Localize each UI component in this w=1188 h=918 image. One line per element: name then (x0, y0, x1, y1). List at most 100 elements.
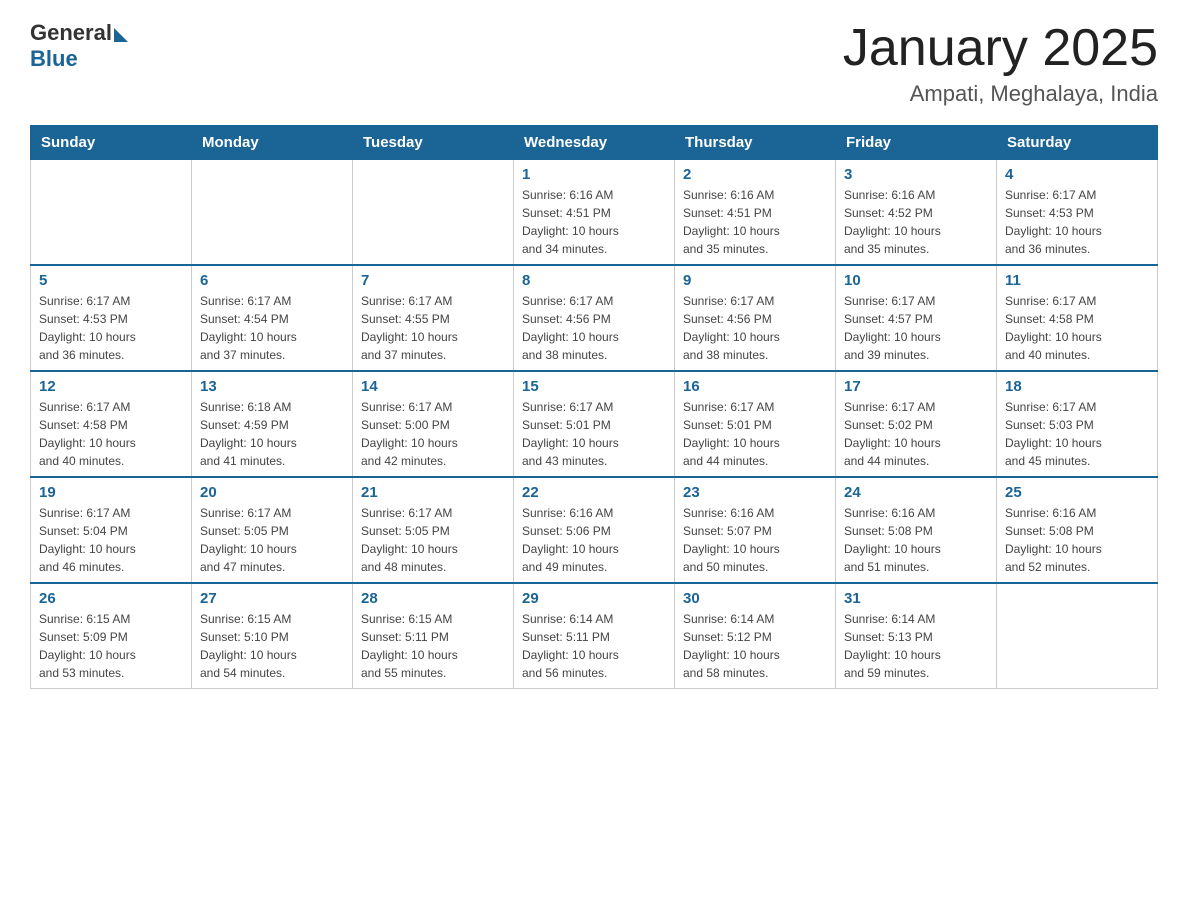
day-number: 25 (1005, 484, 1149, 501)
logo: General Blue (30, 20, 128, 72)
calendar-cell: 15 Sunrise: 6:17 AM Sunset: 5:01 PM Dayli… (514, 371, 675, 477)
week-row-2: 5 Sunrise: 6:17 AM Sunset: 4:53 PM Daylig… (31, 265, 1158, 371)
calendar-cell: 4 Sunrise: 6:17 AM Sunset: 4:53 PM Daylig… (997, 160, 1158, 266)
calendar-cell: 9 Sunrise: 6:17 AM Sunset: 4:56 PM Daylig… (675, 265, 836, 371)
calendar-cell: 19 Sunrise: 6:17 AM Sunset: 5:04 PM Dayli… (31, 477, 192, 583)
day-number: 26 (39, 590, 183, 607)
header-monday: Monday (192, 126, 353, 160)
day-info: Sunrise: 6:15 AM Sunset: 5:11 PM Dayligh… (361, 610, 505, 682)
calendar-body: 1Sunrise: 6:16 AM Sunset: 4:51 PM Daylig… (31, 160, 1158, 689)
day-number: 12 (39, 378, 183, 395)
day-number: 7 (361, 272, 505, 289)
calendar-table: SundayMondayTuesdayWednesdayThursdayFrid… (30, 125, 1158, 689)
header-saturday: Saturday (997, 126, 1158, 160)
day-info: Sunrise: 6:16 AM Sunset: 5:08 PM Dayligh… (844, 504, 988, 576)
day-info: Sunrise: 6:17 AM Sunset: 5:02 PM Dayligh… (844, 398, 988, 470)
day-info: Sunrise: 6:18 AM Sunset: 4:59 PM Dayligh… (200, 398, 344, 470)
calendar-cell: 5 Sunrise: 6:17 AM Sunset: 4:53 PM Daylig… (31, 265, 192, 371)
day-number: 16 (683, 378, 827, 395)
day-number: 10 (844, 272, 988, 289)
day-info: Sunrise: 6:17 AM Sunset: 4:56 PM Dayligh… (522, 292, 666, 364)
day-info: Sunrise: 6:17 AM Sunset: 5:01 PM Dayligh… (522, 398, 666, 470)
day-number: 6 (200, 272, 344, 289)
calendar-cell: 10 Sunrise: 6:17 AM Sunset: 4:57 PM Dayli… (836, 265, 997, 371)
day-number: 19 (39, 484, 183, 501)
logo-blue-text: Blue (30, 46, 78, 72)
page-title: January 2025 (843, 20, 1158, 77)
day-number: 18 (1005, 378, 1149, 395)
day-number: 27 (200, 590, 344, 607)
calendar-cell: 17 Sunrise: 6:17 AM Sunset: 5:02 PM Dayli… (836, 371, 997, 477)
day-info: Sunrise: 6:17 AM Sunset: 5:04 PM Dayligh… (39, 504, 183, 576)
calendar-cell: 26 Sunrise: 6:15 AM Sunset: 5:09 PM Dayli… (31, 583, 192, 689)
day-number: 17 (844, 378, 988, 395)
calendar-cell: 11 Sunrise: 6:17 AM Sunset: 4:58 PM Dayli… (997, 265, 1158, 371)
week-row-1: 1Sunrise: 6:16 AM Sunset: 4:51 PM Daylig… (31, 160, 1158, 266)
calendar-cell: 7 Sunrise: 6:17 AM Sunset: 4:55 PM Daylig… (353, 265, 514, 371)
calendar-header: SundayMondayTuesdayWednesdayThursdayFrid… (31, 126, 1158, 160)
header-thursday: Thursday (675, 126, 836, 160)
week-row-3: 12 Sunrise: 6:17 AM Sunset: 4:58 PM Dayli… (31, 371, 1158, 477)
day-info: Sunrise: 6:17 AM Sunset: 4:54 PM Dayligh… (200, 292, 344, 364)
calendar-cell: 28Sunrise: 6:15 AM Sunset: 5:11 PM Dayli… (353, 583, 514, 689)
page-header: General Blue January 2025 Ampati, Meghal… (30, 20, 1158, 107)
day-number: 31 (844, 590, 988, 607)
day-number: 29 (522, 590, 666, 607)
day-number: 9 (683, 272, 827, 289)
calendar-cell: 16 Sunrise: 6:17 AM Sunset: 5:01 PM Dayli… (675, 371, 836, 477)
calendar-cell: 21 Sunrise: 6:17 AM Sunset: 5:05 PM Dayli… (353, 477, 514, 583)
day-info: Sunrise: 6:14 AM Sunset: 5:13 PM Dayligh… (844, 610, 988, 682)
day-info: Sunrise: 6:17 AM Sunset: 4:53 PM Dayligh… (1005, 186, 1149, 258)
day-number: 1 (522, 166, 666, 183)
header-tuesday: Tuesday (353, 126, 514, 160)
day-number: 20 (200, 484, 344, 501)
day-info: Sunrise: 6:17 AM Sunset: 5:05 PM Dayligh… (200, 504, 344, 576)
calendar-cell: 1Sunrise: 6:16 AM Sunset: 4:51 PM Daylig… (514, 160, 675, 266)
calendar-cell: 2Sunrise: 6:16 AM Sunset: 4:51 PM Daylig… (675, 160, 836, 266)
day-number: 15 (522, 378, 666, 395)
calendar-cell: 27Sunrise: 6:15 AM Sunset: 5:10 PM Dayli… (192, 583, 353, 689)
calendar-cell: 25Sunrise: 6:16 AM Sunset: 5:08 PM Dayli… (997, 477, 1158, 583)
week-row-5: 26 Sunrise: 6:15 AM Sunset: 5:09 PM Dayli… (31, 583, 1158, 689)
day-number: 21 (361, 484, 505, 501)
calendar-cell (192, 160, 353, 266)
calendar-cell: 20 Sunrise: 6:17 AM Sunset: 5:05 PM Dayli… (192, 477, 353, 583)
day-number: 30 (683, 590, 827, 607)
day-number: 5 (39, 272, 183, 289)
day-number: 11 (1005, 272, 1149, 289)
day-info: Sunrise: 6:17 AM Sunset: 4:53 PM Dayligh… (39, 292, 183, 364)
calendar-cell: 24Sunrise: 6:16 AM Sunset: 5:08 PM Dayli… (836, 477, 997, 583)
day-info: Sunrise: 6:15 AM Sunset: 5:09 PM Dayligh… (39, 610, 183, 682)
logo-arrow-icon (114, 28, 128, 42)
day-info: Sunrise: 6:16 AM Sunset: 5:07 PM Dayligh… (683, 504, 827, 576)
day-info: Sunrise: 6:17 AM Sunset: 4:58 PM Dayligh… (39, 398, 183, 470)
day-number: 3 (844, 166, 988, 183)
day-info: Sunrise: 6:17 AM Sunset: 5:05 PM Dayligh… (361, 504, 505, 576)
header-sunday: Sunday (31, 126, 192, 160)
calendar-cell: 22Sunrise: 6:16 AM Sunset: 5:06 PM Dayli… (514, 477, 675, 583)
day-info: Sunrise: 6:17 AM Sunset: 4:56 PM Dayligh… (683, 292, 827, 364)
page-subtitle: Ampati, Meghalaya, India (843, 81, 1158, 107)
day-info: Sunrise: 6:17 AM Sunset: 4:57 PM Dayligh… (844, 292, 988, 364)
day-info: Sunrise: 6:14 AM Sunset: 5:12 PM Dayligh… (683, 610, 827, 682)
day-number: 22 (522, 484, 666, 501)
day-number: 14 (361, 378, 505, 395)
day-number: 4 (1005, 166, 1149, 183)
header-friday: Friday (836, 126, 997, 160)
day-number: 13 (200, 378, 344, 395)
calendar-cell: 8 Sunrise: 6:17 AM Sunset: 4:56 PM Daylig… (514, 265, 675, 371)
calendar-cell: 29Sunrise: 6:14 AM Sunset: 5:11 PM Dayli… (514, 583, 675, 689)
calendar-cell: 23 Sunrise: 6:16 AM Sunset: 5:07 PM Dayli… (675, 477, 836, 583)
calendar-cell (997, 583, 1158, 689)
day-info: Sunrise: 6:17 AM Sunset: 5:01 PM Dayligh… (683, 398, 827, 470)
week-row-4: 19 Sunrise: 6:17 AM Sunset: 5:04 PM Dayli… (31, 477, 1158, 583)
day-number: 23 (683, 484, 827, 501)
calendar-cell (31, 160, 192, 266)
day-number: 8 (522, 272, 666, 289)
calendar-cell (353, 160, 514, 266)
logo-general-text: General (30, 20, 112, 46)
header-row: SundayMondayTuesdayWednesdayThursdayFrid… (31, 126, 1158, 160)
day-info: Sunrise: 6:17 AM Sunset: 4:58 PM Dayligh… (1005, 292, 1149, 364)
day-info: Sunrise: 6:17 AM Sunset: 4:55 PM Dayligh… (361, 292, 505, 364)
header-wednesday: Wednesday (514, 126, 675, 160)
